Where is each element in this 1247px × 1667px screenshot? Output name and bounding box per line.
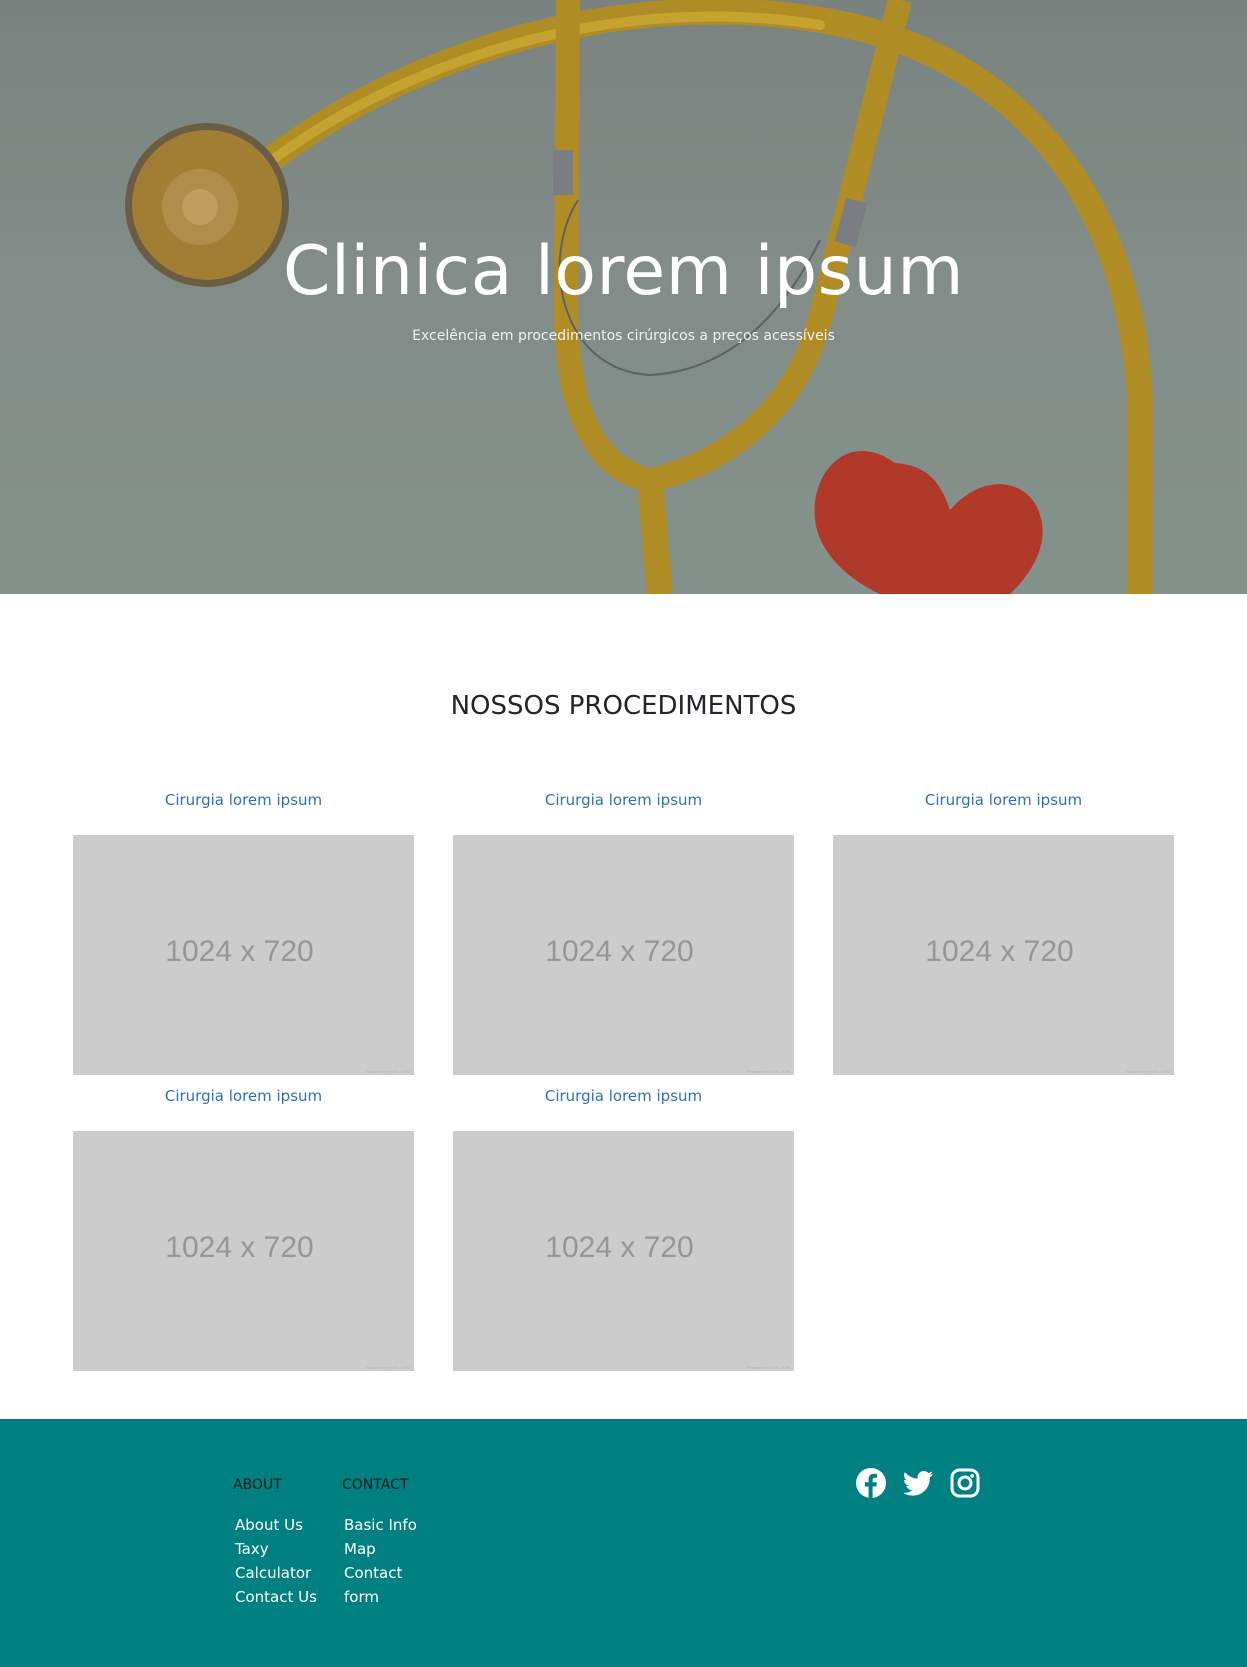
placeholder-dimensions: 1024 x 720 — [545, 1231, 694, 1264]
procedure-card: Cirurgia lorem ipsum 1024 x 720 Powered … — [453, 789, 794, 1075]
footer-link-calculator[interactable]: Calculator — [235, 1564, 311, 1582]
footer-link-form[interactable]: form — [344, 1588, 379, 1606]
procedure-image-placeholder[interactable]: 1024 x 720 Powered by HTML.COM — [73, 835, 414, 1075]
facebook-icon[interactable] — [855, 1467, 887, 1499]
instagram-icon[interactable] — [949, 1467, 981, 1499]
footer-about-links: About Us Taxy Calculator Contact Us — [233, 1513, 317, 1609]
procedure-image-placeholder[interactable]: 1024 x 720 Powered by HTML.COM — [833, 835, 1174, 1075]
hero-title: Clinica lorem ipsum — [283, 232, 964, 311]
placeholder-dimensions: 1024 x 720 — [165, 935, 314, 968]
procedures-title: NOSSOS PROCEDIMENTOS — [450, 691, 797, 721]
procedure-image-placeholder[interactable]: 1024 x 720 Powered by HTML.COM — [73, 1131, 414, 1371]
footer-contact-heading: CONTACT — [342, 1477, 409, 1493]
placeholder-credit: Powered by HTML.COM — [366, 1069, 410, 1074]
placeholder-dimensions: 1024 x 720 — [545, 935, 694, 968]
placeholder-credit: Powered by HTML.COM — [746, 1365, 790, 1370]
hero-banner: Clinica lorem ipsum Excelência em proced… — [0, 0, 1247, 594]
placeholder-credit: Powered by HTML.COM — [746, 1069, 790, 1074]
site-footer: ABOUT About Us Taxy Calculator Contact U… — [0, 1419, 1247, 1667]
footer-link-map[interactable]: Map — [344, 1540, 376, 1558]
footer-link-about-us[interactable]: About Us — [235, 1516, 303, 1534]
procedure-card-title[interactable]: Cirurgia lorem ipsum — [453, 789, 794, 811]
footer-contact-links: Basic Info Map Contact form — [342, 1513, 417, 1609]
social-links — [855, 1467, 981, 1499]
procedure-card: Cirurgia lorem ipsum 1024 x 720 Powered … — [453, 1085, 794, 1371]
procedure-card: Cirurgia lorem ipsum 1024 x 720 Powered … — [833, 789, 1174, 1075]
procedure-card: Cirurgia lorem ipsum 1024 x 720 Powered … — [73, 1085, 414, 1371]
procedure-card-title[interactable]: Cirurgia lorem ipsum — [73, 789, 414, 811]
procedure-card-title[interactable]: Cirurgia lorem ipsum — [453, 1085, 794, 1107]
procedure-image-placeholder[interactable]: 1024 x 720 Powered by HTML.COM — [453, 1131, 794, 1371]
hero-subtitle: Excelência em procedimentos cirúrgicos a… — [412, 328, 835, 344]
twitter-icon[interactable] — [902, 1467, 934, 1499]
placeholder-dimensions: 1024 x 720 — [165, 1231, 314, 1264]
footer-about-column: ABOUT About Us Taxy Calculator Contact U… — [233, 1475, 317, 1609]
procedure-image-placeholder[interactable]: 1024 x 720 Powered by HTML.COM — [453, 835, 794, 1075]
placeholder-credit: Powered by HTML.COM — [366, 1365, 410, 1370]
footer-link-taxy[interactable]: Taxy — [235, 1540, 269, 1558]
procedure-card-title[interactable]: Cirurgia lorem ipsum — [833, 789, 1174, 811]
footer-link-basic-info[interactable]: Basic Info — [344, 1516, 417, 1534]
placeholder-dimensions: 1024 x 720 — [925, 935, 1074, 968]
footer-link-contact[interactable]: Contact — [344, 1564, 402, 1582]
procedure-card-title[interactable]: Cirurgia lorem ipsum — [73, 1085, 414, 1107]
procedure-card: Cirurgia lorem ipsum 1024 x 720 Powered … — [73, 789, 414, 1075]
footer-contact-column: CONTACT Basic Info Map Contact form — [342, 1475, 417, 1609]
footer-about-heading: ABOUT — [233, 1477, 282, 1493]
footer-link-contact-us[interactable]: Contact Us — [235, 1588, 317, 1606]
placeholder-credit: Powered by HTML.COM — [1126, 1069, 1170, 1074]
